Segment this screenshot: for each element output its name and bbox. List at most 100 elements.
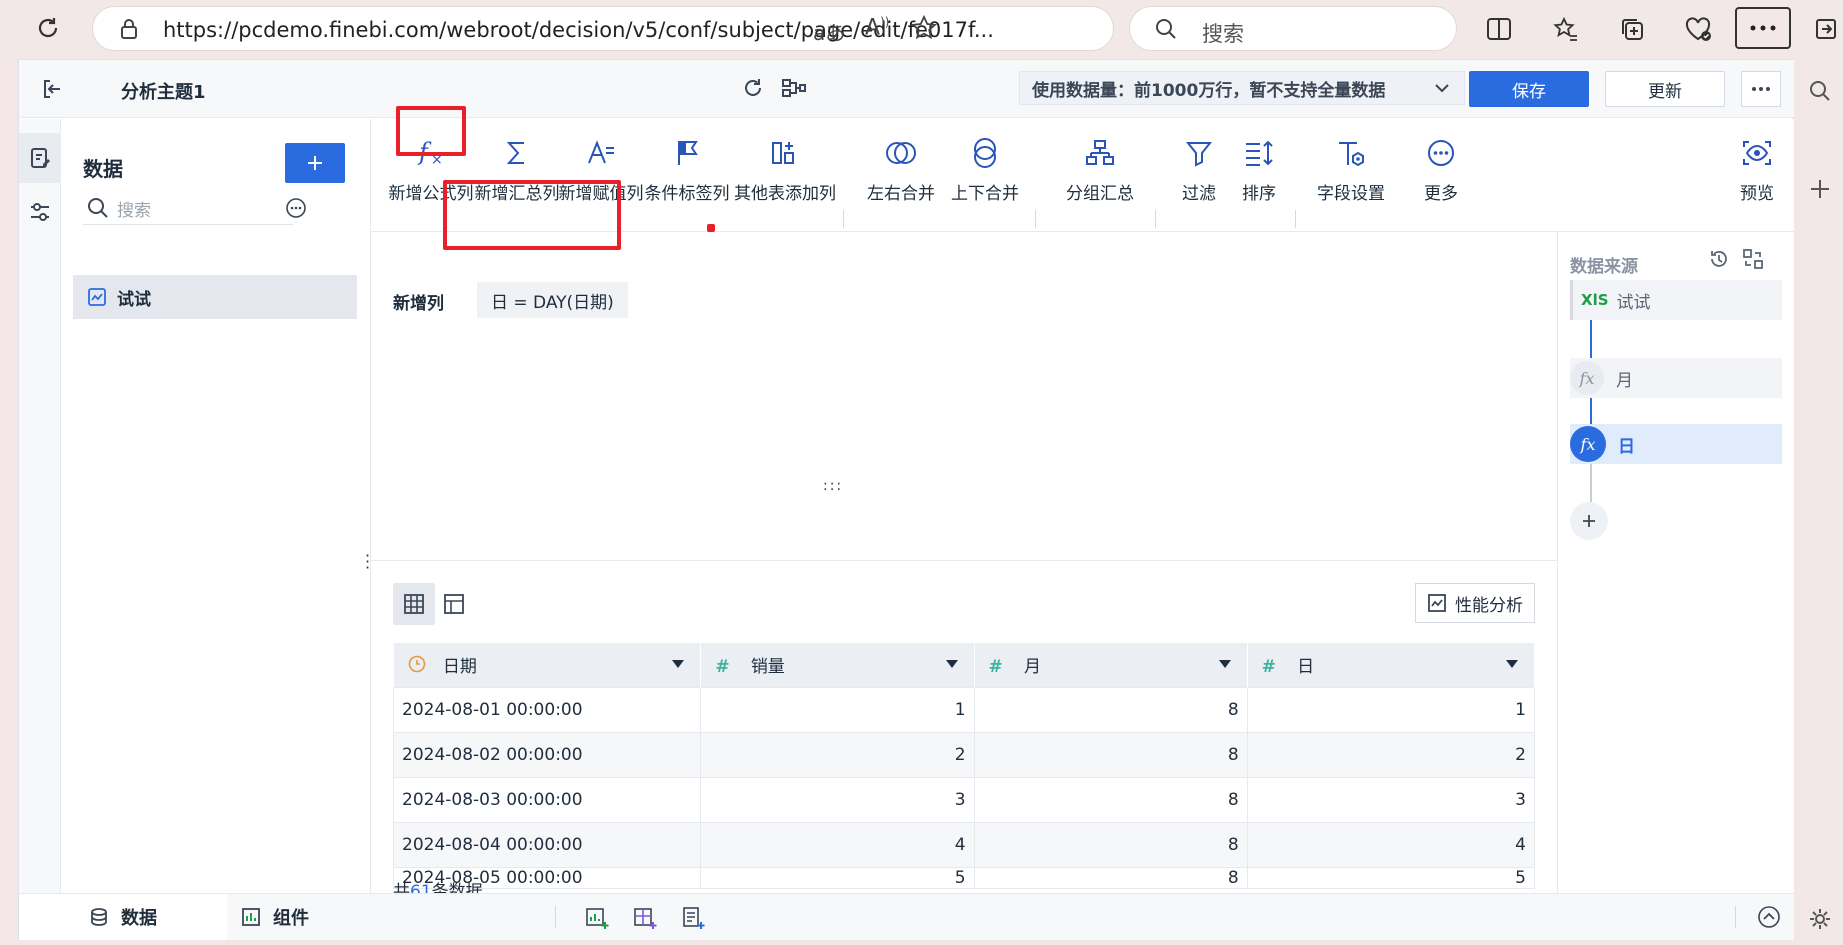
add-condition-tag-column-button[interactable]: 条件标签列 [645,119,730,232]
formula-button-highlight [707,224,715,232]
data-preview-table: 日期 # 销量 # 月 # 日 2024-08-01 00:00:00 1 8 … [392,643,1536,889]
table-row: 2024-08-04 00:00:00 4 8 4 [392,821,1536,868]
column-menu-caret-icon[interactable] [1506,660,1518,668]
data-source-panel: 数据来源 XlS 试试 fx 月 fx 日 [1557,232,1794,893]
toolbar-divider [843,210,844,228]
column-menu-caret-icon[interactable] [1218,660,1231,668]
flag-icon [667,133,707,173]
column-menu-caret-icon[interactable] [672,660,685,668]
switch-view-icon[interactable] [1742,248,1764,270]
browser-settings-icon[interactable] [1802,901,1838,937]
layout-view-button[interactable] [433,583,475,625]
table-row: 2024-08-05 00:00:00 5 8 5 [392,866,1536,889]
new-column-label: 新增列 [393,294,444,314]
group-summary-button[interactable]: 分组汇总 [1055,119,1145,232]
refresh-icon[interactable] [741,76,765,100]
browser-search-placeholder: 搜索 [1202,22,1244,46]
column-header-label: 销量 [750,657,785,678]
table-row: 2024-08-02 00:00:00 2 8 2 [392,731,1536,778]
source-node-step-active[interactable]: fx 日 [1570,424,1782,464]
assign-icon [581,133,621,173]
exit-icon[interactable] [41,78,63,100]
group-icon [1080,133,1120,173]
filter-button[interactable]: 过滤 [1169,119,1229,232]
column-menu-caret-icon[interactable] [945,660,958,668]
table-cell: 2 [700,731,975,778]
field-settings-button[interactable]: 字段设置 [1301,119,1401,232]
browser-search-box[interactable]: 搜索 [1129,6,1457,51]
browser-menu-button[interactable] [1735,7,1791,49]
table-row: 2024-08-01 00:00:00 1 8 1 [392,686,1536,733]
data-volume-select[interactable]: 使用数据量：前1000万行，暂不支持全量数据 [1019,71,1465,105]
table-cell: 2 [1246,731,1536,778]
add-chart-icon[interactable] [585,906,609,930]
toolbar-divider [1035,210,1036,228]
formula-expression-chip[interactable]: 日 = DAY(日期) [477,282,628,318]
column-header-month[interactable]: # 月 [974,643,1248,687]
settings-sliders-icon[interactable] [29,201,51,223]
add-sidebar-app-icon[interactable] [1802,171,1838,207]
save-button[interactable]: 保存 [1469,71,1589,107]
merge-left-right-button[interactable]: 左右合并 [861,119,941,232]
favorites-icon[interactable] [1548,11,1584,47]
grid-view-button[interactable] [393,583,435,625]
source-node-table[interactable]: XlS 试试 [1570,280,1782,320]
number-type-icon: # [1261,657,1276,678]
history-icon[interactable] [1708,248,1730,270]
sidebar-toggle-icon[interactable] [1808,11,1843,47]
flow-connector [1590,320,1592,358]
flow-connector [1590,464,1592,502]
data-panel-more-icon[interactable] [285,197,307,219]
toolbar-divider [1295,210,1296,228]
formula-expression-highlight [443,180,621,250]
more-button[interactable]: 更多 [1411,119,1471,232]
tool-label: 预览 [1740,184,1774,204]
tab-data[interactable]: 数据 [19,894,227,940]
lineage-icon[interactable] [781,76,807,100]
add-column-from-other-table-button[interactable]: 其他表添加列 [734,119,836,232]
favorite-star-icon[interactable] [911,15,937,41]
add-story-icon[interactable] [681,906,705,930]
database-icon [89,907,109,927]
table-header-row: 日期 # 销量 # 月 # 日 [393,643,1536,687]
text-to-speech-icon[interactable]: A)) [865,15,889,40]
xls-icon: XlS [1581,291,1609,309]
browser-essentials-icon[interactable] [1680,11,1716,47]
column-header-sales[interactable]: # 销量 [700,643,975,687]
preview-button[interactable]: 预览 [1727,119,1787,232]
formula-step-icon: fx [1570,361,1604,395]
collapse-up-icon[interactable] [1757,905,1781,929]
add-dashboard-icon[interactable] [633,906,657,930]
merge-up-down-button[interactable]: 上下合并 [945,119,1025,232]
source-node-step[interactable]: fx 月 [1570,358,1782,398]
panel-resize-handle[interactable]: · · · [365,548,370,576]
data-search-input[interactable]: 搜索 [83,191,293,225]
page-title: 分析主题1 [121,82,206,103]
header-more-button[interactable] [1741,71,1781,107]
sort-button[interactable]: 排序 [1229,119,1289,232]
address-bar[interactable]: https://pcdemo.finebi.com/webroot/decisi… [92,6,1114,51]
add-step-button[interactable] [1570,502,1608,540]
read-aloud-icon[interactable]: aあ [813,17,845,46]
column-header-date[interactable]: 日期 [393,643,702,687]
table-cell: 2024-08-01 00:00:00 [392,686,702,733]
search-icon [87,197,109,219]
split-resize-handle[interactable]: ::: [823,478,843,494]
reload-icon[interactable] [30,10,66,46]
table-cell: 1 [1246,686,1536,733]
flow-connector [1590,398,1592,424]
column-header-day[interactable]: # 日 [1247,643,1536,687]
collections-icon[interactable] [1614,11,1650,47]
add-data-button[interactable] [285,143,345,183]
update-button[interactable]: 更新 [1605,71,1725,107]
split-screen-icon[interactable] [1481,11,1517,47]
performance-analysis-button[interactable]: 性能分析 [1415,583,1535,623]
data-edit-icon[interactable] [19,133,61,183]
tab-component[interactable]: 组件 [241,894,309,940]
column-header-label: 日 [1297,657,1315,678]
browser-search-icon[interactable] [1802,73,1838,109]
table-cell: 2024-08-04 00:00:00 [392,821,702,868]
tab-divider [555,906,556,928]
table-cell: 2024-08-02 00:00:00 [392,731,702,778]
data-tree-item[interactable]: 试试 [73,275,357,319]
